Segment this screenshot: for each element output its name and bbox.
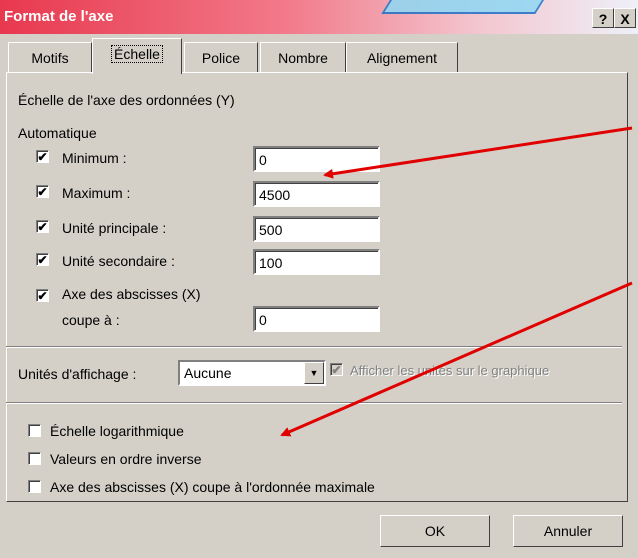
arrow-to-minimum — [323, 126, 633, 179]
tab-label: Échelle — [111, 45, 163, 63]
annotation-arrows — [280, 126, 633, 437]
tab-echelle[interactable]: Échelle — [92, 38, 182, 74]
arrow-to-options — [280, 281, 633, 437]
